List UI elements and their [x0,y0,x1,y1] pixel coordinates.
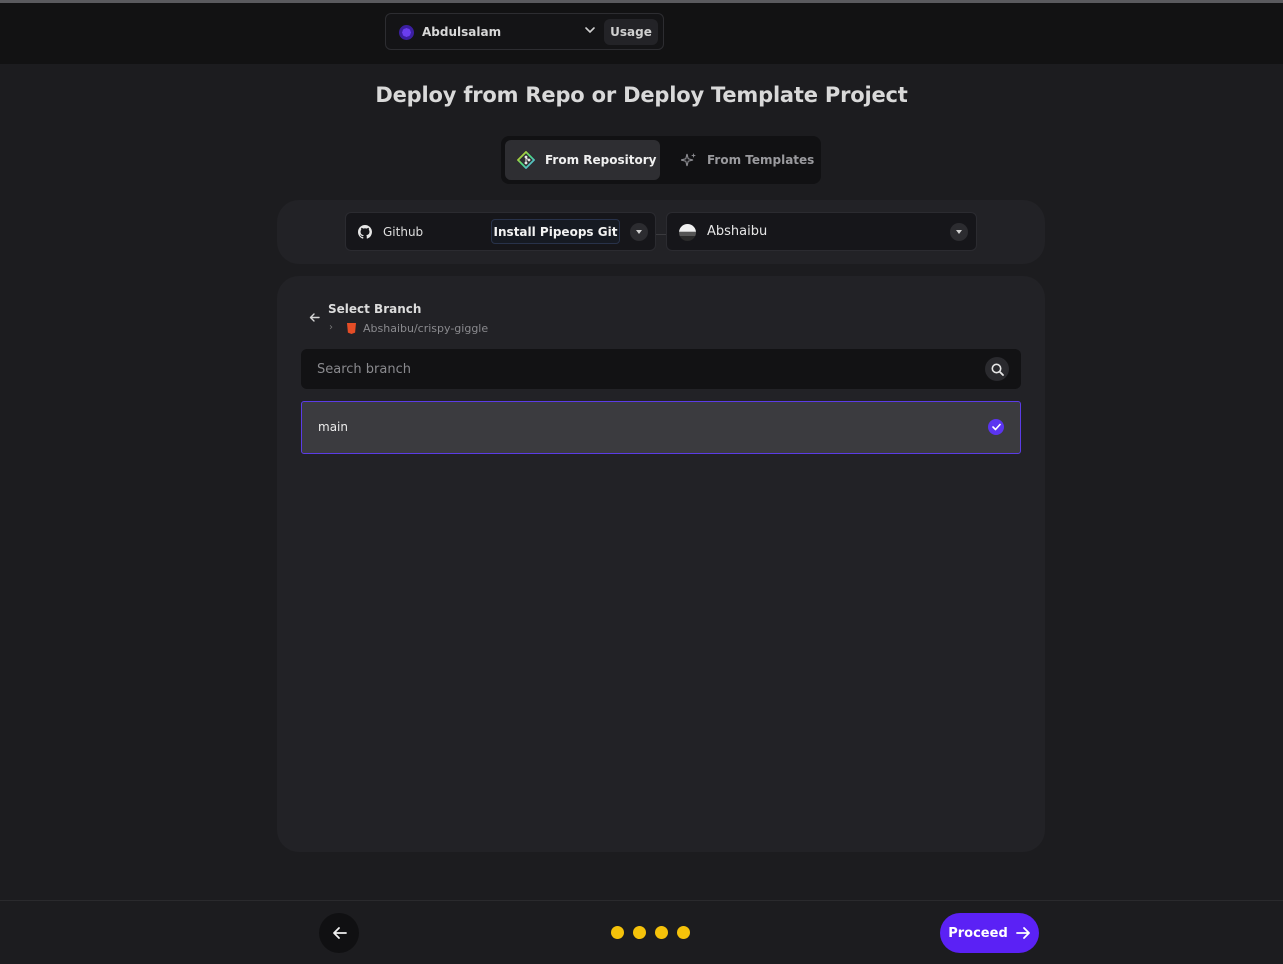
check-icon [988,419,1004,435]
tab-from-repository-label: From Repository [545,153,657,167]
git-provider-select[interactable]: Github Install Pipeops Git [345,212,656,251]
tab-from-templates[interactable]: From Templates [669,140,817,180]
branch-name: main [318,420,348,434]
arrow-left-icon [332,927,347,939]
html5-icon [347,323,356,334]
workspace-name: Abdulsalam [422,25,502,39]
proceed-button[interactable]: Proceed [940,913,1039,953]
branch-item-main[interactable]: main [301,401,1021,454]
caret-down-icon[interactable] [630,223,648,241]
step-dot [633,926,646,939]
git-icon [517,151,535,169]
step-indicator [611,926,691,940]
tab-from-templates-label: From Templates [707,153,815,167]
install-pipeops-git-button[interactable]: Install Pipeops Git [491,219,620,244]
arrow-right-icon [1015,927,1030,939]
step-dot [677,926,690,939]
proceed-label: Proceed [948,925,1008,941]
chevron-right-icon: › [329,322,333,333]
page-title: Deploy from Repo or Deploy Template Proj… [375,83,908,107]
chevron-down-icon[interactable] [584,24,596,36]
search-icon[interactable] [985,357,1009,381]
workspace-avatar-icon [399,25,414,40]
git-provider-name: Github [383,225,424,239]
account-avatar [679,224,696,241]
account-name: Abshaibu [707,224,768,239]
step-dot [655,926,668,939]
arrow-left-icon[interactable] [309,312,320,323]
step-dot [611,926,624,939]
source-tabs: From Repository From Templates [501,136,821,184]
git-account-select[interactable]: Abshaibu [666,212,977,251]
usage-button[interactable]: Usage [604,19,658,45]
sparkle-icon [681,153,696,167]
select-branch-heading: Select Branch [328,302,422,316]
caret-down-icon[interactable] [950,223,968,241]
tab-from-repository[interactable]: From Repository [505,140,660,180]
repo-breadcrumb: Abshaibu/crispy-giggle [363,322,489,335]
back-button[interactable] [319,913,359,953]
select-connector [656,234,666,235]
search-branch-input[interactable] [301,349,981,389]
workspace-switcher[interactable]: Abdulsalam Usage [385,13,664,50]
github-icon [358,225,372,239]
branch-search [301,349,1021,389]
